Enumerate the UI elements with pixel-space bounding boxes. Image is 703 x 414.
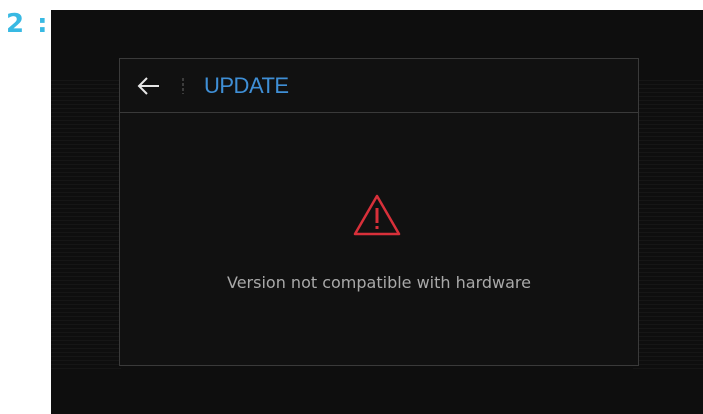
screen-texture-right <box>633 80 703 370</box>
dialog-header: UPDATE <box>120 59 638 113</box>
error-message: Version not compatible with hardware <box>227 273 531 292</box>
step-label: 2 : <box>6 9 50 39</box>
page-title: UPDATE <box>204 73 289 98</box>
screen-texture-left <box>51 80 121 370</box>
update-dialog: UPDATE Version not compatible with hardw… <box>119 58 639 366</box>
arrow-left-icon[interactable] <box>136 73 162 99</box>
device-screen: UPDATE Version not compatible with hardw… <box>51 10 703 414</box>
header-divider <box>182 78 184 94</box>
warning-triangle-icon <box>352 193 402 237</box>
